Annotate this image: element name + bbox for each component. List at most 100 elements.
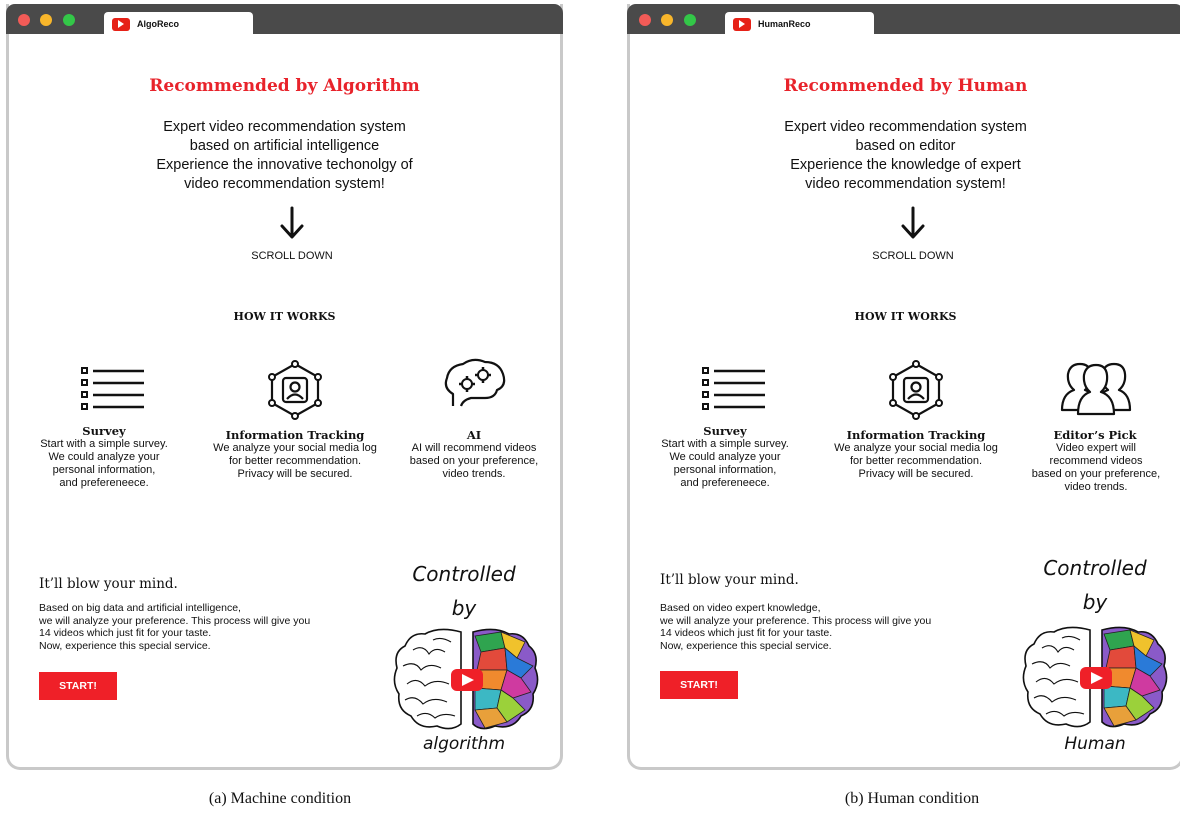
- minimize-window-button[interactable]: [661, 14, 673, 26]
- description-line: Based on video expert knowledge,: [660, 602, 821, 614]
- list-icon: [702, 367, 765, 410]
- step-title: Information Tracking: [225, 428, 365, 442]
- description-text: Based on video expert knowledge, we will…: [660, 602, 931, 652]
- title-bar: HumanReco: [627, 4, 1180, 36]
- step-description-line: for better recommendation.: [849, 455, 983, 467]
- step-title: Editor’s Pick: [1053, 428, 1137, 442]
- brain-gears-icon: [444, 358, 506, 407]
- controlled-by-value: Human: [1064, 734, 1126, 754]
- user-network-icon: [268, 360, 322, 420]
- arrow-down-icon[interactable]: [893, 206, 933, 240]
- controlled-label: Controlled: [1043, 556, 1147, 580]
- step-description: AI will recommend videos based on your p…: [399, 442, 549, 481]
- step-description-line: for better recommendation.: [228, 455, 362, 467]
- youtube-icon: [112, 17, 130, 31]
- step-description-line: based on your preference,: [409, 455, 539, 467]
- step-description-line: personal information,: [673, 464, 777, 476]
- step-description-line: and prefereneece.: [59, 477, 149, 489]
- tab-title: AlgoReco: [137, 19, 180, 29]
- step-description: We analyze your social media log for bet…: [816, 442, 1016, 481]
- tagline: It’ll blow your mind.: [660, 572, 799, 588]
- step-description: Start with a simple survey. We could ana…: [29, 438, 179, 490]
- description-line: Based on big data and artificial intelli…: [39, 602, 241, 614]
- page-content: Recommended by Algorithm Expert video re…: [9, 34, 560, 767]
- step-description: Video expert will recommend videos based…: [1018, 442, 1174, 494]
- intro-line: Experience the knowledge of expert: [790, 157, 1021, 173]
- list-icon: [81, 367, 144, 410]
- arrow-down-icon[interactable]: [272, 206, 312, 240]
- step-description-line: video trends.: [1064, 481, 1128, 493]
- step-description: Start with a simple survey. We could ana…: [650, 438, 800, 490]
- page-headline: Recommended by Human: [783, 76, 1028, 96]
- page-headline: Recommended by Algorithm: [149, 76, 420, 96]
- step-title: Information Tracking: [846, 428, 986, 442]
- figure-caption-b: (b) Human condition: [844, 790, 980, 807]
- browser-tab[interactable]: AlgoReco: [104, 12, 253, 36]
- intro-line: Expert video recommendation system: [163, 119, 406, 135]
- controlled-label: Controlled: [412, 562, 516, 586]
- description-line: Now, experience this special service.: [39, 639, 211, 652]
- controlled-by-value: algorithm: [422, 734, 506, 754]
- step-description-line: Video expert will: [1056, 442, 1136, 454]
- step-description-line: recommend videos: [1049, 455, 1143, 467]
- intro-line: Experience the innovative techonolgy of: [156, 157, 413, 173]
- maximize-window-button[interactable]: [63, 14, 75, 26]
- close-window-button[interactable]: [18, 14, 30, 26]
- step-description-line: Privacy will be secured.: [237, 468, 353, 480]
- description-line: 14 videos which just fit for your taste.: [660, 627, 833, 639]
- step-description-line: AI will recommend videos: [411, 442, 537, 454]
- brain-illustration: [1022, 626, 1168, 728]
- description-line: we will analyze your preference. This pr…: [660, 614, 932, 627]
- tagline: It’ll blow your mind.: [39, 576, 178, 592]
- start-button[interactable]: START!: [39, 672, 117, 700]
- figure-caption-a: (a) Machine condition: [208, 790, 352, 807]
- controlled-by-label: by: [1082, 590, 1108, 614]
- description-text: Based on big data and artificial intelli…: [39, 602, 310, 652]
- browser-tab[interactable]: HumanReco: [725, 12, 874, 36]
- step-description-line: and prefereneece.: [680, 477, 770, 489]
- intro-line: based on editor: [855, 138, 956, 154]
- title-bar: AlgoReco: [6, 4, 563, 36]
- step-description-line: We analyze your social media log: [834, 442, 998, 454]
- maximize-window-button[interactable]: [684, 14, 696, 26]
- scroll-down-label[interactable]: SCROLL DOWN: [232, 250, 352, 262]
- step-title: Survey: [82, 424, 126, 438]
- page-content: Recommended by Human Expert video recomm…: [630, 34, 1180, 767]
- step-description-line: Start with a simple survey.: [40, 438, 168, 450]
- intro-line: video recommendation system!: [184, 176, 385, 192]
- user-network-icon: [889, 360, 943, 420]
- youtube-icon: [733, 17, 751, 31]
- description-line: we will analyze your preference. This pr…: [39, 614, 311, 627]
- tab-title: HumanReco: [758, 19, 811, 29]
- how-it-works-heading: HOW IT WORKS: [854, 310, 957, 323]
- step-description-line: video trends.: [442, 468, 506, 480]
- browser-frame: HumanReco Recommended by Human Expert vi…: [627, 4, 1180, 770]
- step-description-line: based on your preference,: [1031, 468, 1161, 480]
- step-description-line: We could analyze your: [669, 451, 781, 463]
- step-description-line: We could analyze your: [48, 451, 160, 463]
- step-description-line: Start with a simple survey.: [661, 438, 789, 450]
- intro-line: Expert video recommendation system: [784, 119, 1027, 135]
- intro-line: based on artificial intelligence: [189, 138, 380, 154]
- close-window-button[interactable]: [639, 14, 651, 26]
- minimize-window-button[interactable]: [40, 14, 52, 26]
- description-line: 14 videos which just fit for your taste.: [39, 627, 212, 639]
- intro-text: Expert video recommendation system based…: [630, 118, 1180, 194]
- description-line: Now, experience this special service.: [660, 639, 832, 652]
- step-title: AI: [466, 428, 482, 442]
- browser-window-human: HumanReco Recommended by Human Expert vi…: [627, 4, 1180, 770]
- intro-line: video recommendation system!: [805, 176, 1006, 192]
- step-description: We analyze your social media log for bet…: [195, 442, 395, 481]
- how-it-works-heading: HOW IT WORKS: [233, 310, 336, 323]
- step-description-line: We analyze your social media log: [213, 442, 377, 454]
- brain-illustration: [393, 628, 539, 730]
- start-button[interactable]: START!: [660, 671, 738, 699]
- step-title: Survey: [703, 424, 747, 438]
- browser-frame: AlgoReco Recommended by Algorithm Expert…: [6, 4, 563, 770]
- intro-text: Expert video recommendation system based…: [9, 118, 560, 194]
- people-icon: [1060, 362, 1132, 416]
- step-description-line: personal information,: [52, 464, 156, 476]
- controlled-by-label: by: [451, 596, 477, 620]
- scroll-down-label[interactable]: SCROLL DOWN: [853, 250, 973, 262]
- browser-window-algorithm: AlgoReco Recommended by Algorithm Expert…: [6, 4, 563, 770]
